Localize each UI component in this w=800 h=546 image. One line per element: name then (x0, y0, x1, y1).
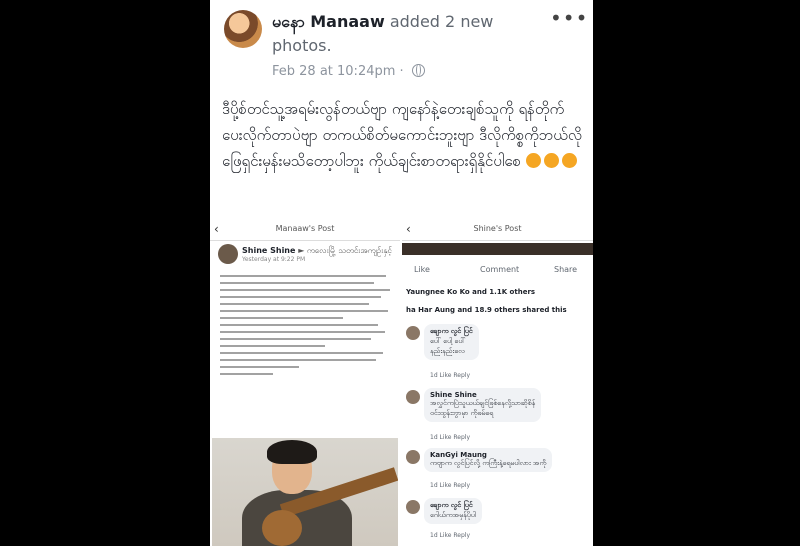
comment-author: Shine Shine (430, 391, 477, 399)
comment-text: ဂေါယ်ကအမှန်ပိုပါ (430, 511, 476, 519)
facebook-post-card: မနော Manaaw added 2 new photos. ••• Feb … (210, 0, 593, 546)
reaction-summary: Yaungnee Ko Ko and 1.1K others (406, 288, 536, 296)
comment-author: ချောက လွင် ပြင် (430, 327, 473, 335)
comment-bubble: Shine Shine အလွှင်ကပြဲသူယယ်ချင်ဖြစ်နေလို… (424, 388, 542, 422)
poster-suffix: ► ကလေးမြို့ သတင်းအကျဉ်းနှင့် (298, 246, 392, 255)
angry-emoji-icon (543, 153, 559, 168)
more-options-icon[interactable]: ••• (550, 6, 588, 30)
comment-text: အလွှင်ကပြဲသူယယ်ချင်ဖြစ်နေလို့သာဆိုစိန် ဝ… (430, 399, 536, 417)
action-bar: Like Comment Share (402, 262, 593, 280)
comment-bubble: ချောက လွင် ပြင် ပေါ် ပေါ့ ပေါ် နည်းနည်းလ… (424, 324, 479, 360)
comment-bubble: ချောက လွင် ပြင် ဂေါယ်ကအမှန်ပိုပါ (424, 498, 482, 524)
comment-button: Comment (480, 265, 520, 274)
comment-text: ကဗျာက လွင်ပြင်လို့ ကကြီးနဲ့ရေမပါလား အကို (430, 459, 547, 467)
screenshot-text-block (220, 270, 395, 380)
like-button: Like (414, 265, 430, 274)
screenshot-title: Shine's Post (473, 224, 522, 233)
author-avatar[interactable] (224, 10, 262, 48)
guitar-player-photo (212, 438, 398, 546)
comment-author: ချောက လွင် ပြင် (430, 501, 473, 509)
post-meta: Feb 28 at 10:24pm · (272, 64, 425, 79)
angry-emoji-icon (525, 153, 541, 168)
poster-name: Shine Shine (242, 246, 296, 255)
comment-meta: 1d Like Reply (430, 372, 471, 379)
photo-right-screenshot[interactable]: ‹ Shine's Post Like Comment Share Yaungn… (402, 218, 593, 546)
comment-meta: 1d Like Reply (430, 434, 471, 441)
avatar (218, 244, 238, 264)
screenshot-titlebar: ‹ Shine's Post (402, 218, 593, 241)
author-name-link[interactable]: မနော Manaaw (272, 12, 385, 31)
avatar (406, 390, 420, 404)
screenshot-time: Yesterday at 9:22 PM (242, 256, 306, 263)
avatar (406, 450, 420, 464)
back-arrow-icon: ‹ (214, 222, 219, 236)
post-timestamp[interactable]: Feb 28 at 10:24pm (272, 64, 395, 79)
comment-bubble: KanGyi Maung ကဗျာက လွင်ပြင်လို့ ကကြီးနဲ့… (424, 448, 553, 472)
post-header: မနော Manaaw added 2 new photos. ••• Feb … (210, 0, 593, 92)
angry-emoji-icon (561, 153, 577, 168)
share-summary: ha Har Aung and 18.9 others shared this (406, 306, 567, 314)
screenshot-title: Manaaw's Post (275, 224, 335, 233)
comment-text: ပေါ် ပေါ့ ပေါ် နည်းနည်းလေ (430, 337, 466, 355)
screenshot-titlebar: ‹ Manaaw's Post (210, 218, 400, 241)
post-body: ဒီပို့စ်တင်သူ့အရမ်းလွန်တယ်ဗျာ ကျနော်နဲ့တ… (222, 96, 584, 174)
avatar (406, 500, 420, 514)
public-globe-icon[interactable] (411, 64, 425, 77)
post-photos[interactable]: ‹ Manaaw's Post Shine Shine ► ကလေးမြို့ … (210, 218, 593, 546)
comment-meta: 1d Like Reply (430, 532, 471, 539)
back-arrow-icon: ‹ (406, 222, 411, 236)
comment-meta: 1d Like Reply (430, 482, 471, 489)
post-author-line: မနော Manaaw added 2 new photos. (272, 10, 542, 58)
share-button: Share (554, 265, 578, 274)
cropped-image-strip (402, 243, 593, 255)
photo-left-screenshot[interactable]: ‹ Manaaw's Post Shine Shine ► ကလေးမြို့ … (210, 218, 400, 546)
avatar (406, 326, 420, 340)
comment-author: KanGyi Maung (430, 451, 487, 459)
